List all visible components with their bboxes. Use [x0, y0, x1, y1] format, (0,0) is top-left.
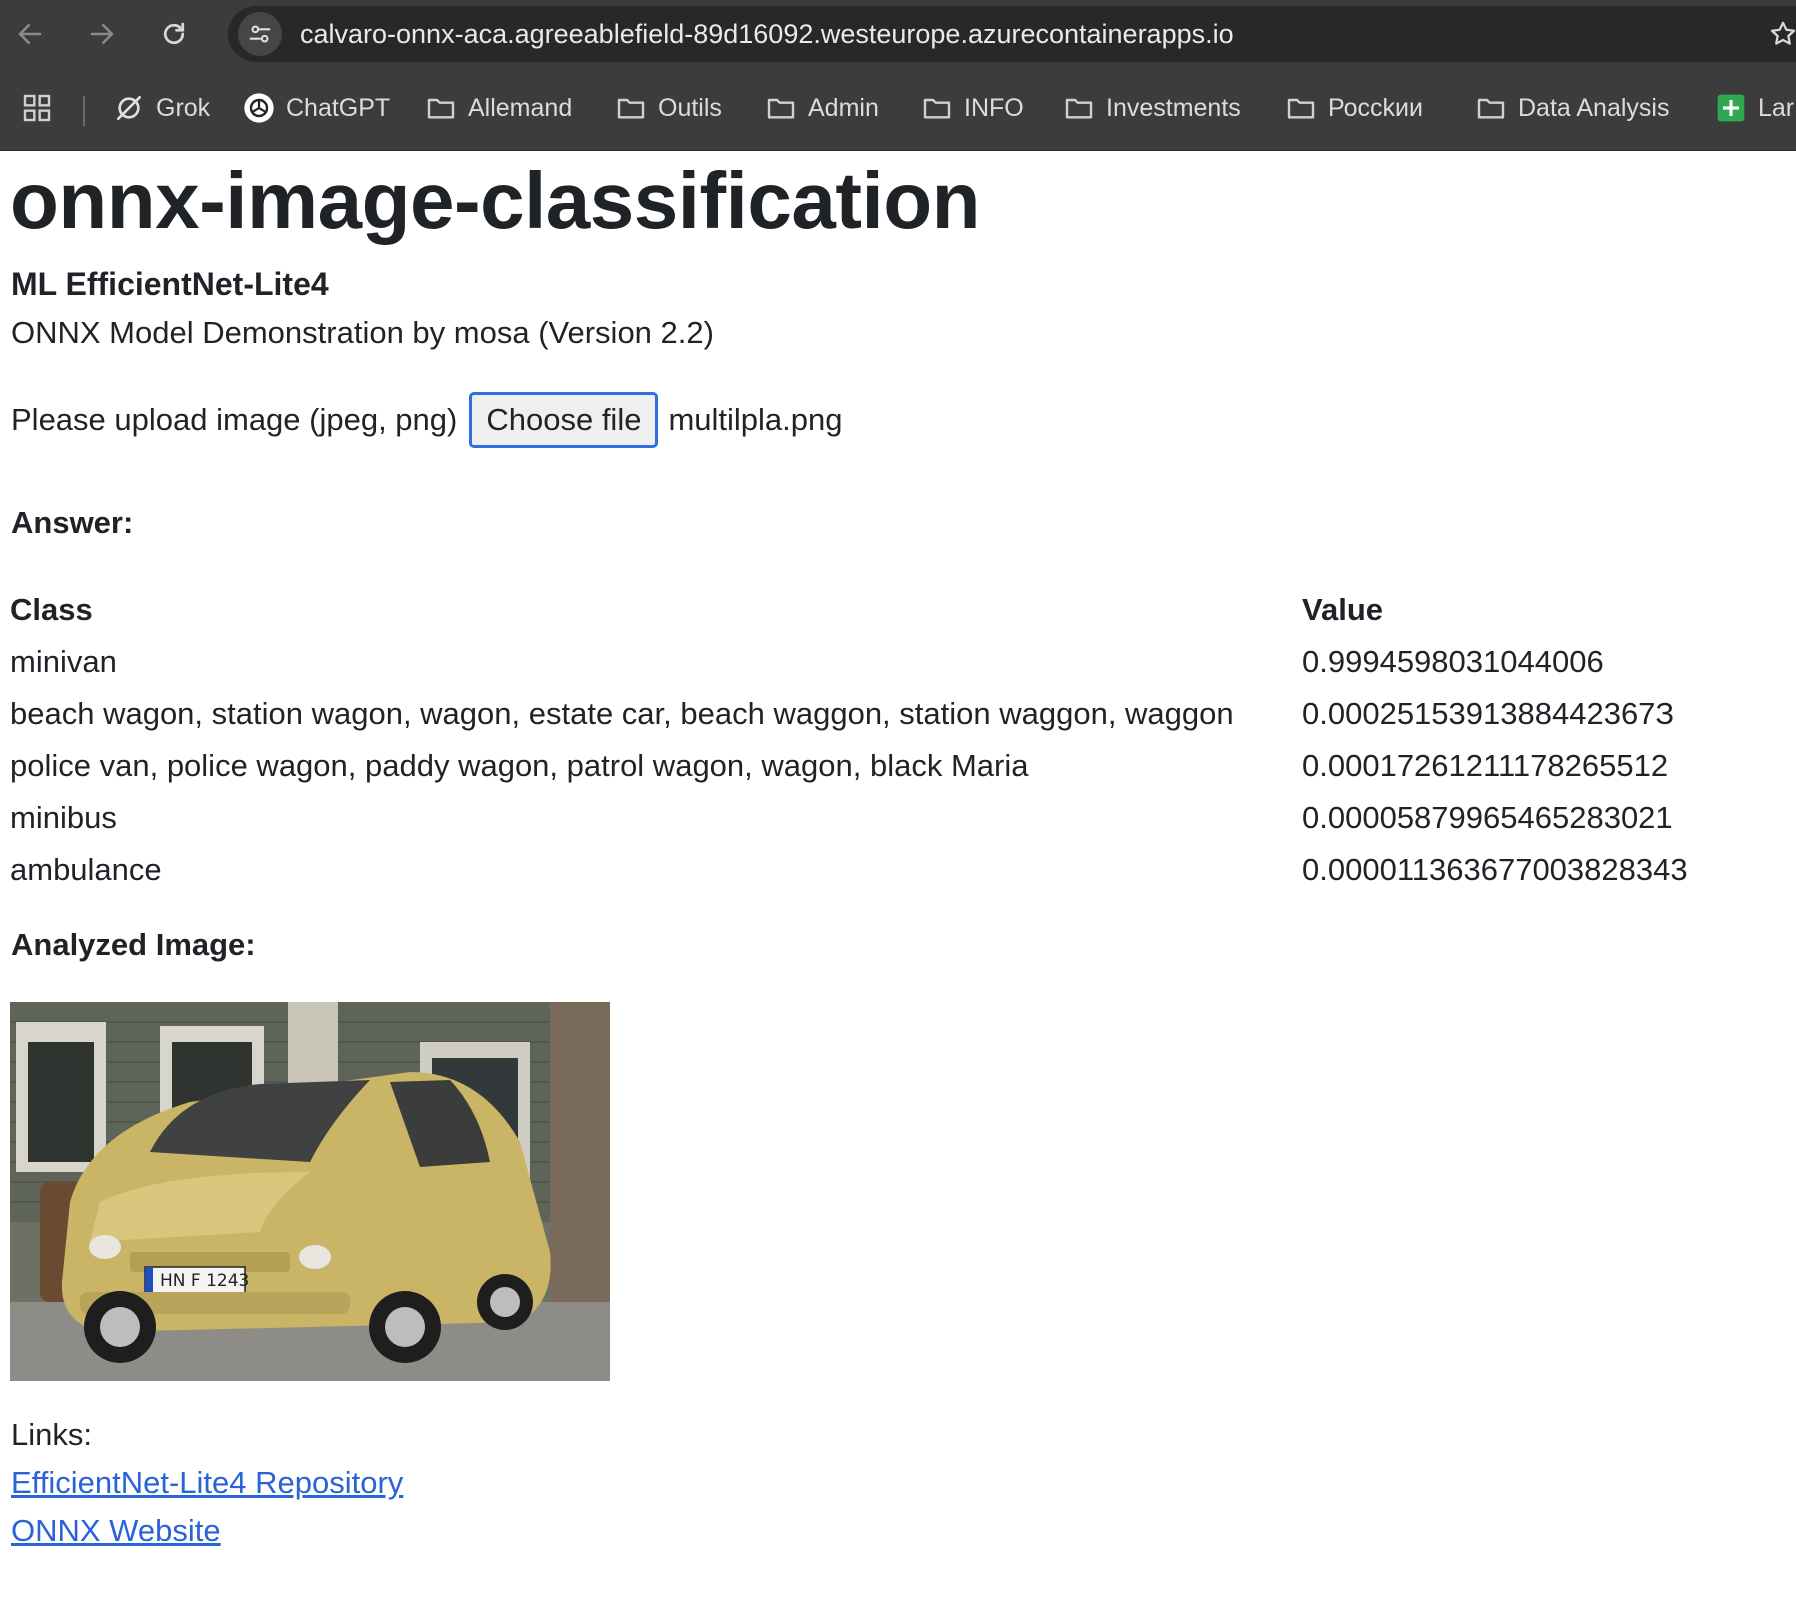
bookmark-folder-data-analysis[interactable]: Data Analysis [1474, 86, 1669, 130]
class-cell: minibus [10, 800, 117, 835]
folder-icon [1284, 91, 1318, 125]
bookmark-label: Россkии [1328, 93, 1423, 122]
bookmark-label: Lar [1758, 93, 1795, 122]
table-row: ambulance 0.000011363677003828343 [10, 844, 1688, 896]
bookmark-sheets[interactable]: Lar [1714, 86, 1794, 130]
table-row: minibus 0.00005879965465283021 [10, 792, 1688, 844]
table-row: police van, police wagon, paddy wagon, p… [10, 740, 1688, 792]
choose-file-button[interactable]: Choose file [469, 392, 659, 448]
links-heading: Links: [11, 1417, 92, 1452]
address-bar[interactable]: calvaro-onnx-aca.agreeablefield-89d16092… [228, 6, 1796, 62]
table-row: minivan 0.9994598031044006 [10, 636, 1688, 688]
bookmark-folder-allemand[interactable]: Allemand [424, 86, 572, 130]
bookmark-label: Data Analysis [1518, 93, 1670, 122]
site-info-button[interactable] [238, 12, 282, 56]
value-cell: 0.00005879965465283021 [1302, 800, 1673, 835]
class-cell: ambulance [10, 852, 162, 887]
browser-toolbar: calvaro-onnx-aca.agreeablefield-89d16092… [0, 0, 1796, 68]
results-table: Class Value minivan 0.9994598031044006 b… [10, 584, 1688, 896]
bookmark-chatgpt[interactable]: ChatGPT [242, 86, 390, 130]
tune-icon [249, 25, 271, 43]
forward-arrow-icon [90, 24, 114, 44]
folder-icon [614, 91, 648, 125]
bookmark-label: Outils [658, 93, 722, 122]
selected-file-name: multilpla.png [668, 402, 843, 437]
apps-grid-icon [20, 91, 54, 125]
bookmark-label: INFO [964, 93, 1024, 122]
folder-icon [920, 91, 954, 125]
reload-button[interactable] [154, 14, 194, 54]
bookmarks-separator [83, 96, 85, 126]
table-row: beach wagon, station wagon, wagon, estat… [10, 688, 1688, 740]
license-plate-text: HN F 1243 [160, 1271, 249, 1291]
page-title: onnx-image-classification [10, 156, 980, 245]
efficientnet-repo-link[interactable]: EfficientNet-Lite4 Repository [11, 1465, 403, 1501]
column-header-value: Value [1302, 592, 1383, 627]
folder-icon [764, 91, 798, 125]
bookmark-folder-outils[interactable]: Outils [614, 86, 722, 130]
folder-icon [424, 91, 458, 125]
bookmark-folder-admin[interactable]: Admin [764, 86, 879, 130]
value-cell: 0.00017261211178265512 [1302, 748, 1669, 783]
folder-icon [1474, 91, 1508, 125]
value-cell: 0.0002515391388442367З [1302, 696, 1675, 731]
bookmark-star-icon[interactable] [1768, 14, 1796, 54]
class-cell: minivan [10, 644, 117, 679]
upload-label: Please upload image (jpeg, png) [11, 402, 458, 437]
answer-heading: Answer: [11, 505, 134, 540]
forward-button[interactable] [82, 14, 122, 54]
bookmark-folder-investments[interactable]: Investments [1062, 86, 1241, 130]
grok-icon [112, 91, 146, 125]
bookmarks-bar: Grok ChatGPT Allemand Outils Admin INFO … [0, 68, 1796, 151]
bookmark-label: ChatGPT [286, 93, 391, 122]
class-cell: beach wagon, station wagon, wagon, estat… [10, 696, 1234, 731]
class-cell: police van, police wagon, paddy wagon, p… [10, 748, 1029, 783]
bookmark-label: Grok [156, 93, 211, 122]
column-header-class: Class [10, 592, 93, 627]
bookmark-label: Investments [1106, 93, 1241, 122]
analyzed-image-heading: Analyzed Image: [11, 927, 256, 962]
back-button[interactable] [10, 14, 50, 54]
bookmark-folder-russian[interactable]: Россkии [1284, 86, 1423, 130]
bookmark-label: Allemand [468, 93, 573, 122]
upload-row: Please upload image (jpeg, png) Choose f… [11, 391, 843, 449]
folder-icon [1062, 91, 1096, 125]
table-header-row: Class Value [10, 584, 1688, 636]
model-subtitle: ML EfficientNet-Lite4 [11, 266, 329, 302]
apps-button[interactable] [20, 86, 64, 130]
reload-icon [163, 22, 185, 45]
bookmark-folder-info[interactable]: INFO [920, 86, 1024, 130]
sheets-icon [1714, 91, 1748, 125]
value-cell: 0.000011363677003828343 [1302, 852, 1688, 887]
page-description: ONNX Model Demonstration by mosa (Versio… [11, 315, 714, 350]
value-cell: 0.9994598031044006 [1302, 644, 1604, 679]
chatgpt-icon [242, 91, 276, 125]
bookmark-label: Admin [808, 93, 879, 122]
car-photo: HN F 1243 [10, 1002, 610, 1381]
bookmark-grok[interactable]: Grok [112, 86, 210, 130]
onnx-website-link[interactable]: ONNX Website [11, 1513, 221, 1549]
analyzed-image: HN F 1243 [10, 1002, 610, 1381]
back-arrow-icon [18, 24, 42, 44]
url-text[interactable]: calvaro-onnx-aca.agreeablefield-89d16092… [300, 6, 1234, 62]
